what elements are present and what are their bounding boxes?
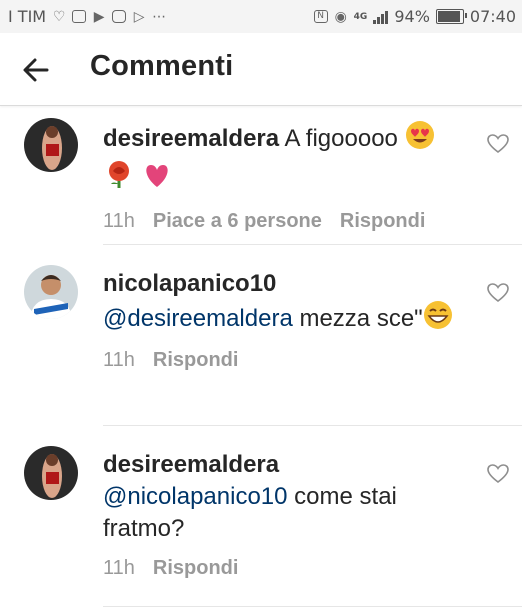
comment-text: desireemaldera @nicolapanico10 come stai… — [103, 449, 483, 545]
status-bar-right: N ◉ 4G 94% 07:40 — [313, 7, 516, 26]
comment-message: mezza sce" — [292, 305, 423, 332]
comment-mention-link[interactable]: @nicolapanico10 — [103, 483, 288, 510]
page-title: Commenti — [90, 50, 234, 82]
comment-username[interactable]: nicolapanico10 — [103, 270, 276, 297]
like-heart-icon[interactable] — [487, 464, 509, 484]
comment-body: desireemaldera @nicolapanico10 come stai… — [103, 449, 483, 581]
back-button[interactable] — [20, 54, 52, 86]
clock: 07:40 — [469, 7, 516, 26]
status-bar: I TIM ♡ ▶ ▷ ⋯ N ◉ 4G 94% 07:40 — [0, 0, 522, 33]
comment-username[interactable]: desireemaldera — [103, 451, 279, 478]
header-bar: Commenti — [0, 33, 522, 106]
play-store-icon: ▷ — [133, 8, 145, 25]
reply-button[interactable]: Rispondi — [340, 208, 426, 234]
more-icon: ⋯ — [152, 8, 167, 25]
heart-eyes-emoji — [405, 120, 435, 159]
comment-divider — [103, 244, 522, 245]
comment-divider — [103, 606, 522, 607]
likes-count-link[interactable]: Piace a 6 persone — [153, 208, 322, 234]
comment-time: 11h — [103, 557, 135, 579]
comment-divider — [103, 425, 522, 426]
avatar[interactable] — [24, 118, 78, 172]
youtube-icon: ▶ — [93, 8, 105, 25]
comment-text: nicolapanico10 @desireemaldera mezza sce… — [103, 268, 483, 339]
instagram-icon — [112, 10, 127, 23]
comment-body: nicolapanico10 @desireemaldera mezza sce… — [103, 268, 483, 373]
comment-time: 11h — [103, 349, 135, 371]
arrow-left-icon — [23, 58, 49, 82]
rose-emoji — [103, 159, 135, 198]
like-heart-icon[interactable] — [487, 283, 509, 303]
comment-text: desireemaldera A figooooo — [103, 120, 483, 198]
nfc-icon: N — [313, 10, 328, 23]
gallery-icon — [72, 10, 87, 23]
comment-mention-link[interactable]: @desireemaldera — [103, 305, 293, 332]
comment-meta: 11h Rispondi — [103, 347, 483, 373]
comment-item: nicolapanico10 @desireemaldera mezza sce… — [0, 260, 522, 420]
comment-username[interactable]: desireemaldera — [103, 125, 279, 152]
comment-item: desireemaldera @nicolapanico10 come stai… — [0, 440, 522, 610]
battery-icon — [435, 9, 467, 24]
eye-icon: ◉ — [334, 8, 347, 25]
comment-body: desireemaldera A figooooo 11h Piace a 6 … — [103, 120, 483, 234]
comment-meta: 11h Piace a 6 persone Rispondi — [103, 208, 483, 234]
avatar[interactable] — [24, 265, 78, 319]
carrier-label: I TIM — [8, 7, 47, 26]
heart-rate-icon: ♡ — [52, 8, 66, 25]
like-heart-icon[interactable] — [487, 134, 509, 154]
comment-time: 11h — [103, 210, 135, 232]
reply-button[interactable]: Rispondi — [153, 347, 239, 373]
reply-button[interactable]: Rispondi — [153, 555, 239, 581]
comment-message: A figooooo — [284, 125, 398, 152]
avatar[interactable] — [24, 446, 78, 500]
comment-item: desireemaldera A figooooo 11h Piace a 6 … — [0, 110, 522, 244]
pink-heart-emoji — [142, 161, 172, 198]
network-label: 4G — [353, 11, 368, 22]
comment-meta: 11h Rispondi — [103, 555, 483, 581]
signal-icon — [373, 10, 389, 24]
battery-percent: 94% — [394, 7, 430, 26]
status-bar-left: I TIM ♡ ▶ ▷ ⋯ — [8, 7, 166, 26]
grinning-emoji — [423, 300, 453, 339]
